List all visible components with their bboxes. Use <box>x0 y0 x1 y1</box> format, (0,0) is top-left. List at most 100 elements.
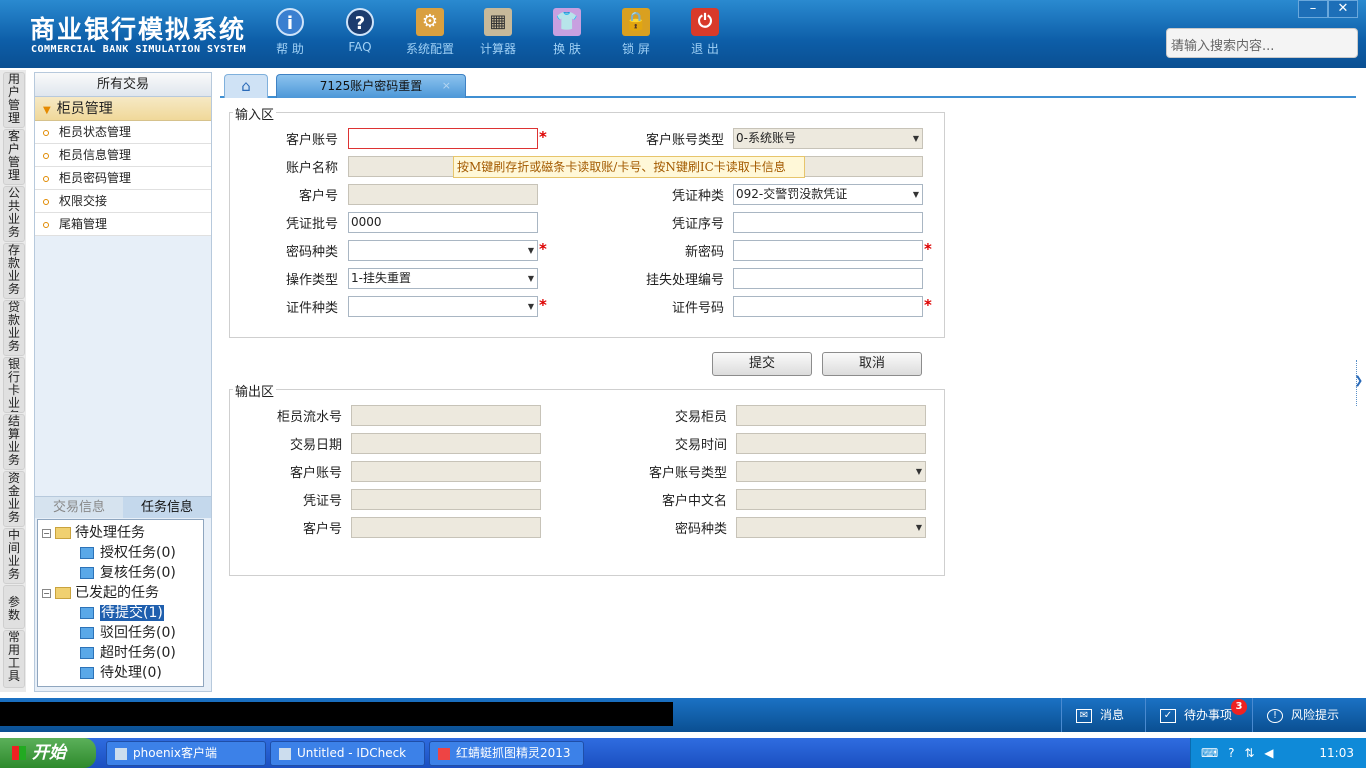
tree-node-pending[interactable]: − 待处理任务 <box>42 522 145 542</box>
dropdown-arrow-icon[interactable]: ▼ <box>528 297 534 316</box>
bullet-icon <box>43 175 49 182</box>
dropdown-arrow-icon[interactable]: ▼ <box>528 269 534 288</box>
menu-item-teller-status[interactable]: 柜员状态管理 <box>35 121 211 144</box>
submit-button[interactable]: 提交 <box>712 352 812 376</box>
loss-no-input[interactable] <box>733 268 923 289</box>
customer-no-label: 客户号 <box>298 189 338 204</box>
voucher-seq-input[interactable] <box>733 212 923 233</box>
op-type-select[interactable]: 1-挂失重置 ▼ <box>348 268 538 289</box>
tree-node-auth[interactable]: 授权任务(0) <box>80 542 176 562</box>
volume-icon[interactable]: ◀ <box>1264 746 1273 760</box>
windows-logo-icon <box>12 746 26 760</box>
voucher-type-select[interactable]: 092-交警罚没款凭证 ▼ <box>733 184 923 205</box>
tree-node-initiated[interactable]: − 已发起的任务 <box>42 582 159 602</box>
system-config-button[interactable]: ⚙ 系统配置 <box>400 8 460 57</box>
module-intermediary[interactable]: 中间业务 <box>3 528 25 584</box>
module-user-management[interactable]: 用户管理 <box>3 72 25 128</box>
tree-node-timeout[interactable]: 超时任务(0) <box>80 642 176 662</box>
task-icon <box>80 667 94 679</box>
group-teller-management[interactable]: ▼ 柜员管理 <box>35 97 211 121</box>
collapse-icon[interactable]: − <box>42 528 51 538</box>
trade-date-label: 交易日期 <box>289 438 342 453</box>
cancel-button[interactable]: 取消 <box>822 352 922 376</box>
faq-icon: ? <box>346 8 374 36</box>
required-mark: * <box>539 128 547 146</box>
faq-button[interactable]: ? FAQ <box>330 8 390 54</box>
close-window-button[interactable]: ✕ <box>1328 0 1358 18</box>
module-menu: 用户管理 客户管理 公共业务 存款业务 贷款业务 银行卡业务 结算业务 资金业务… <box>0 70 26 692</box>
voucher-batch-label: 凭证批号 <box>285 217 338 232</box>
taskbar-app-phoenix[interactable]: phoenix客户端 <box>106 741 266 766</box>
keyboard-icon[interactable]: ⌨ <box>1201 746 1218 760</box>
pwd-type-label: 密码种类 <box>285 245 338 260</box>
right-panel-toggle[interactable]: ❯ <box>1354 360 1364 406</box>
minimize-button[interactable]: – <box>1298 0 1328 18</box>
trade-date-field <box>351 433 541 454</box>
chevron-right-icon: ❯ <box>1354 374 1364 387</box>
start-button[interactable]: 开始 <box>0 738 96 768</box>
customer-no-input[interactable] <box>348 184 538 205</box>
task-icon <box>80 627 94 639</box>
tab-task-info[interactable]: 任务信息 <box>123 497 211 518</box>
tree-node-to-submit[interactable]: 待提交(1) <box>80 602 164 622</box>
menu-item-teller-password[interactable]: 柜员密码管理 <box>35 167 211 190</box>
folder-icon <box>55 587 71 599</box>
tree-node-rejected[interactable]: 驳回任务(0) <box>80 622 176 642</box>
module-customer-management[interactable]: 客户管理 <box>3 129 25 185</box>
voucher-batch-input[interactable]: 0000 <box>348 212 538 233</box>
input-section-title: 输入区 <box>233 104 277 123</box>
tree-node-review[interactable]: 复核任务(0) <box>80 562 176 582</box>
account-type-select[interactable]: 0-系统账号 ▼ <box>733 128 923 149</box>
exit-button[interactable]: ⏻ 退 出 <box>675 8 735 57</box>
module-settlement[interactable]: 结算业务 <box>3 414 25 470</box>
module-funds[interactable]: 资金业务 <box>3 471 25 527</box>
app-title: 商业银行模拟系统 <box>30 15 247 44</box>
module-deposit[interactable]: 存款业务 <box>3 243 25 299</box>
network-icon[interactable]: ⇅ <box>1244 746 1254 760</box>
menu-item-permission-handover[interactable]: 权限交接 <box>35 190 211 213</box>
out-customer-no-field <box>351 517 541 538</box>
module-bank-card[interactable]: 银行卡业务 <box>3 357 25 413</box>
close-tab-icon[interactable]: × <box>442 75 451 97</box>
customer-account-label: 客户账号 <box>285 133 338 148</box>
required-mark: * <box>539 240 547 258</box>
dropdown-arrow-icon[interactable]: ▼ <box>528 241 534 260</box>
info-tabs: 交易信息 任务信息 <box>35 496 211 518</box>
pwd-type-select[interactable]: ▼ <box>348 240 538 261</box>
id-type-select[interactable]: ▼ <box>348 296 538 317</box>
taskbar-app-screenshot[interactable]: 红蜻蜓抓图精灵2013 <box>429 741 584 766</box>
lock-screen-button[interactable]: 🔒 锁 屏 <box>606 8 666 57</box>
module-tools[interactable]: 常用工具 <box>3 630 25 688</box>
taskbar-app-idcheck[interactable]: Untitled - IDCheck <box>270 741 425 766</box>
customer-account-input[interactable] <box>348 128 538 149</box>
dropdown-arrow-icon[interactable]: ▼ <box>913 185 919 204</box>
id-no-input[interactable] <box>733 296 923 317</box>
search-icon[interactable]: ⌕ <box>1171 32 1351 53</box>
skin-button[interactable]: 👕 换 肤 <box>537 8 597 57</box>
collapse-icon[interactable]: − <box>42 588 51 598</box>
new-pwd-input[interactable] <box>733 240 923 261</box>
menu-item-tail-box[interactable]: 尾箱管理 <box>35 213 211 236</box>
calculator-button[interactable]: ▦ 计算器 <box>468 8 528 57</box>
risk-alert-button[interactable]: ! 风险提示 <box>1252 698 1366 732</box>
tab-home[interactable]: ⌂ <box>224 74 268 98</box>
menu-item-teller-info[interactable]: 柜员信息管理 <box>35 144 211 167</box>
dropdown-arrow-icon[interactable]: ▼ <box>913 129 919 148</box>
search-input[interactable]: 请输入搜索内容... ⌕ <box>1166 28 1358 58</box>
required-mark: * <box>924 240 932 258</box>
system-tray: ⌨ ? ⇅ ◀ 11:03 <box>1190 738 1366 768</box>
module-public-business[interactable]: 公共业务 <box>3 186 25 242</box>
module-loan[interactable]: 贷款业务 <box>3 300 25 356</box>
trade-teller-field <box>736 405 926 426</box>
todo-count-badge: 3 <box>1231 699 1247 715</box>
tab-password-reset[interactable]: 7125账户密码重置 × <box>276 74 466 98</box>
task-icon <box>80 647 94 659</box>
card-read-tooltip: 按M键刷存折或磁条卡读取账/卡号、按N键刷IC卡读取卡信息 <box>453 156 805 178</box>
out-account-type-select: ▼ <box>736 461 926 482</box>
tab-trade-info[interactable]: 交易信息 <box>35 497 123 518</box>
module-parameters[interactable]: 参数 <box>3 585 25 629</box>
help-button[interactable]: i 帮 助 <box>260 8 320 57</box>
app-icon <box>438 747 450 760</box>
help-tray-icon[interactable]: ? <box>1228 746 1234 760</box>
tree-node-to-process[interactable]: 待处理(0) <box>80 662 162 682</box>
